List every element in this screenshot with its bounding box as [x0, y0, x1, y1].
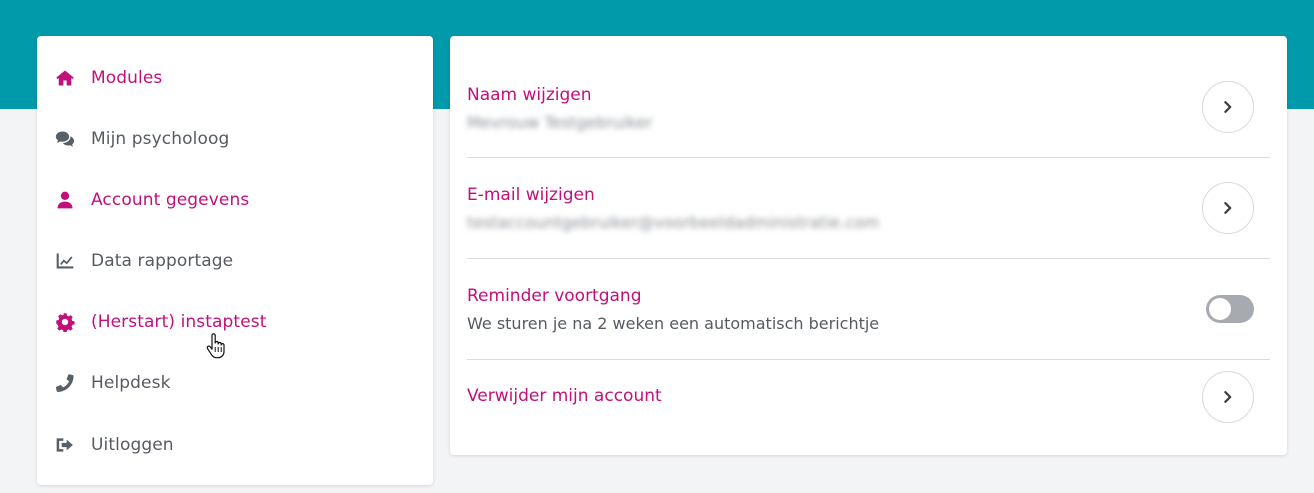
sidebar-item-data-rapportage[interactable]: Data rapportage: [37, 241, 433, 281]
sidebar-item-label: (Herstart) instaptest: [91, 312, 267, 332]
sign-out-icon: [54, 434, 76, 456]
sidebar-item-modules[interactable]: Modules: [37, 58, 433, 98]
name-row[interactable]: Naam wijzigen Mevrouw Testgebruiker: [467, 57, 1270, 157]
account-settings-panel: Naam wijzigen Mevrouw Testgebruiker E-ma…: [450, 36, 1287, 455]
email-value: testaccountgebruiker@voorbeeldadministra…: [467, 213, 880, 232]
sidebar-item-label: Mijn psycholoog: [91, 129, 230, 149]
sidebar-item-helpdesk[interactable]: Helpdesk: [37, 363, 433, 403]
sidebar-item-mijn-psycholoog[interactable]: Mijn psycholoog: [37, 119, 433, 159]
row-title: Verwijder mijn account: [467, 386, 662, 406]
delete-account-row[interactable]: Verwijder mijn account: [467, 360, 1270, 450]
sidebar-item-uitloggen[interactable]: Uitloggen: [37, 425, 433, 465]
user-icon: [54, 189, 76, 211]
sidebar-item-label: Data rapportage: [91, 251, 234, 271]
email-row[interactable]: E-mail wijzigen testaccountgebruiker@voo…: [467, 158, 1270, 258]
chat-bubbles-icon: [54, 128, 76, 150]
row-title: E-mail wijzigen: [467, 185, 595, 205]
chevron-right-icon: [1224, 202, 1232, 214]
sidebar-item-label: Uitloggen: [91, 435, 174, 455]
sidebar-item-account-gegevens[interactable]: Account gegevens: [37, 180, 433, 220]
reminder-subtitle: We sturen je na 2 weken een automatisch …: [467, 314, 880, 333]
sidebar-item-label: Modules: [91, 68, 163, 88]
sidebar-item-label: Helpdesk: [91, 373, 171, 393]
row-title: Reminder voortgang: [467, 286, 642, 306]
edit-name-button[interactable]: [1202, 81, 1254, 133]
home-icon: [54, 67, 76, 89]
sidebar-item-label: Account gegevens: [91, 190, 250, 210]
phone-icon: [54, 372, 76, 394]
edit-email-button[interactable]: [1202, 182, 1254, 234]
name-value: Mevrouw Testgebruiker: [467, 113, 653, 132]
chevron-right-icon: [1224, 101, 1232, 113]
reminder-toggle[interactable]: [1206, 295, 1254, 323]
toggle-knob: [1209, 298, 1231, 320]
sidebar-item-herstart-instaptest[interactable]: (Herstart) instaptest: [37, 302, 433, 342]
sidebar: Modules Mijn psycholoog Account gegevens…: [37, 36, 433, 485]
line-chart-icon: [54, 250, 76, 272]
row-title: Naam wijzigen: [467, 85, 592, 105]
reminder-row: Reminder voortgang We sturen je na 2 wek…: [467, 259, 1270, 359]
hand-pointer-cursor-icon: [206, 333, 225, 359]
delete-account-button[interactable]: [1202, 371, 1254, 423]
gear-icon: [54, 311, 76, 333]
chevron-right-icon: [1224, 391, 1232, 403]
